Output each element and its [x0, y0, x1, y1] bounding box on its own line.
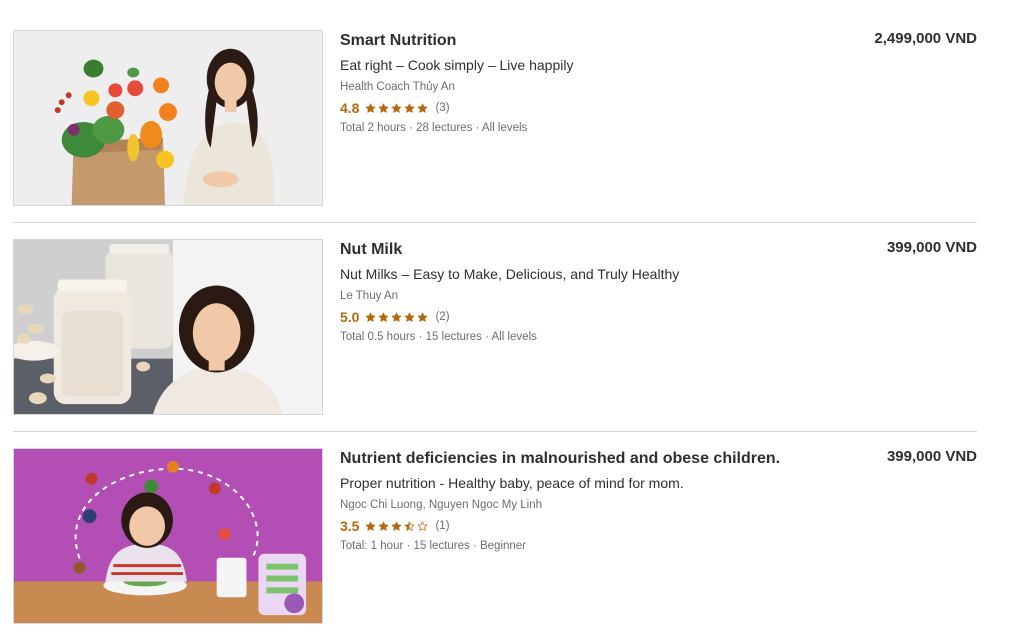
star-empty-icon — [418, 521, 428, 531]
rating-count: (3) — [435, 102, 450, 114]
course-card[interactable]: Smart Nutrition Eat right – Cook simply … — [13, 30, 977, 207]
course-title[interactable]: Nutrient deficiencies in malnourished an… — [340, 449, 840, 469]
rating-value: 5.0 — [340, 309, 360, 325]
course-instructor: Ngoc Chi Luong, Nguyen Ngoc My Linh — [340, 499, 543, 511]
course-headline: Nut Milks – Easy to Make, Delicious, and… — [340, 266, 680, 282]
rating-stars — [365, 103, 430, 114]
star-full-icon — [405, 312, 415, 322]
rating-stars — [365, 312, 430, 323]
course-thumbnail[interactable] — [13, 239, 323, 415]
course-thumbnail[interactable] — [13, 448, 323, 624]
course-info: Smart Nutrition Eat right – Cook simply … — [340, 30, 840, 136]
course-headline: Proper nutrition - Healthy baby, peace o… — [340, 475, 684, 491]
star-full-icon — [379, 103, 389, 113]
star-full-icon — [366, 312, 376, 322]
star-full-icon — [405, 103, 415, 113]
course-info: Nutrient deficiencies in malnourished an… — [340, 448, 840, 554]
course-headline: Eat right – Cook simply – Live happily — [340, 57, 574, 73]
rating-count: (2) — [435, 311, 450, 323]
course-title[interactable]: Smart Nutrition — [340, 31, 840, 51]
star-full-icon — [366, 103, 376, 113]
rating-count: (1) — [435, 520, 450, 532]
rating-value: 4.8 — [340, 100, 360, 116]
course-rating: 4.8 (3) — [340, 99, 840, 117]
star-full-icon — [392, 521, 402, 531]
course-instructor: Health Coach Thủy An — [340, 81, 455, 93]
star-half-icon — [405, 521, 415, 531]
rating-value: 3.5 — [340, 518, 360, 534]
divider — [13, 431, 977, 432]
course-thumbnail[interactable] — [13, 30, 323, 206]
star-full-icon — [366, 521, 376, 531]
star-full-icon — [418, 312, 428, 322]
course-list: Smart Nutrition Eat right – Cook simply … — [0, 0, 1024, 637]
rating-stars — [365, 521, 430, 532]
course-meta: Total: 1 hour · 15 lectures · Beginner — [340, 540, 527, 552]
course-meta: Total 0.5 hours · 15 lectures · All leve… — [340, 331, 537, 343]
course-instructor: Le Thuy An — [340, 290, 398, 302]
star-full-icon — [379, 312, 389, 322]
course-card[interactable]: Nutrient deficiencies in malnourished an… — [13, 448, 977, 625]
star-full-icon — [392, 103, 402, 113]
course-rating: 5.0 (2) — [340, 308, 840, 326]
divider — [13, 222, 977, 223]
star-full-icon — [418, 103, 428, 113]
course-title[interactable]: Nut Milk — [340, 240, 840, 260]
course-card[interactable]: Nut Milk Nut Milks – Easy to Make, Delic… — [13, 239, 977, 416]
course-price: 399,000 VND — [886, 448, 977, 465]
course-rating: 3.5 (1) — [340, 517, 840, 535]
course-price: 399,000 VND — [886, 239, 977, 256]
star-full-icon — [392, 312, 402, 322]
course-meta: Total 2 hours · 28 lectures · All levels — [340, 122, 528, 134]
star-full-icon — [379, 521, 389, 531]
course-info: Nut Milk Nut Milks – Easy to Make, Delic… — [340, 239, 840, 345]
course-price: 2,499,000 VND — [874, 30, 977, 47]
